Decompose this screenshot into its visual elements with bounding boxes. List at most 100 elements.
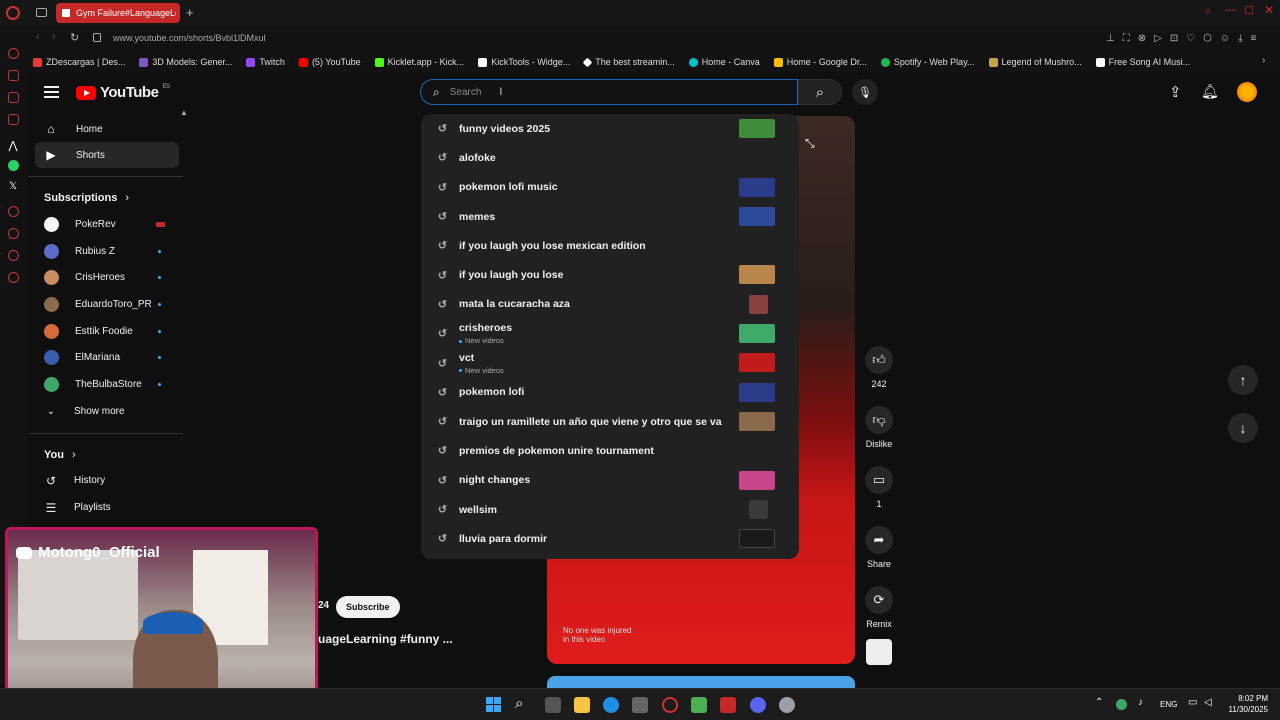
close-window-icon[interactable]: ✕	[1264, 3, 1274, 17]
microphone-tray-icon[interactable]: ♪	[1138, 697, 1143, 708]
store-icon[interactable]	[632, 697, 648, 713]
suggestion-item[interactable]: ↺ pokemon lofi music	[421, 173, 799, 202]
aria-icon[interactable]	[7, 48, 19, 59]
minimize-icon[interactable]: —	[1225, 4, 1236, 16]
suggestion-item[interactable]: ↺ if you laugh you lose	[421, 260, 799, 289]
suggestion-item[interactable]: ↺ memes	[421, 202, 799, 231]
whatsapp-icon[interactable]	[7, 160, 19, 171]
bookmark-item[interactable]: The best streamin...	[577, 57, 682, 67]
search-tabs-icon[interactable]: ⌕	[1205, 5, 1211, 18]
url-field[interactable]: www.youtube.com/shorts/Bvbl1lDMxul	[113, 33, 266, 43]
subscription-item[interactable]: PokeRev	[28, 211, 183, 238]
edge-icon[interactable]	[603, 697, 619, 713]
x-icon[interactable]: 𝕏	[0, 181, 26, 192]
subscription-item[interactable]: Esttik Foodie	[28, 318, 183, 345]
search-icon[interactable]: ⌕	[515, 695, 523, 712]
short-title[interactable]: uageLearning #funny ...	[318, 632, 453, 646]
pin-icon[interactable]: ⊥	[1106, 33, 1115, 44]
subscription-item[interactable]: EduardoToro_PR	[28, 291, 183, 318]
task-view-icon[interactable]	[545, 697, 561, 713]
sound-thumbnail[interactable]	[866, 639, 892, 665]
sidebar-item-shorts[interactable]: ▶ Shorts	[35, 142, 179, 168]
player-icon[interactable]: ▷	[1154, 33, 1162, 44]
subscription-item[interactable]: ElMariana	[28, 344, 183, 371]
fullscreen-icon[interactable]: ⤡	[805, 136, 815, 151]
profile-icon[interactable]: ☺	[1220, 33, 1230, 44]
sidebar-item-home[interactable]: ⌂ Home	[28, 116, 183, 142]
suggestion-item[interactable]: ↺ night changes	[421, 466, 799, 495]
sidebar-item-history[interactable]: ↺ History	[28, 468, 183, 495]
heart-icon[interactable]: ♡	[1186, 33, 1195, 44]
search-button[interactable]: ⌕	[798, 79, 842, 105]
app-icon[interactable]	[779, 697, 795, 713]
suggestion-item[interactable]: ↺ crisheroes New videos	[421, 319, 799, 348]
suggestion-item[interactable]: ↺ premios de pokemon unire tournament	[421, 436, 799, 465]
suggestion-item[interactable]: ↺ traigo un ramillete un año que viene y …	[421, 407, 799, 436]
subscribe-button[interactable]: Subscribe	[336, 596, 400, 618]
previous-short-button[interactable]: ↑	[1228, 365, 1258, 395]
clock[interactable]: 8:02 PM 11/30/2025	[1222, 693, 1268, 715]
account-avatar[interactable]	[1237, 82, 1257, 102]
opera-logo-icon[interactable]	[6, 6, 20, 20]
instagram-icon[interactable]	[7, 114, 19, 125]
reload-icon[interactable]: ↻	[70, 31, 79, 44]
suggestion-item[interactable]: ↺ pokemon lofi	[421, 378, 799, 407]
tray-app-icon[interactable]	[1116, 699, 1127, 710]
bookmark-item[interactable]: (5) YouTube	[292, 57, 368, 67]
bookmark-item[interactable]: KickTools - Widge...	[471, 57, 577, 67]
tiktok-icon[interactable]: ⋀	[0, 139, 26, 152]
next-short-button[interactable]: ↓	[1228, 413, 1258, 443]
snapshot-icon[interactable]: ⛶	[1123, 33, 1130, 44]
sidebar-item-playlists[interactable]: ☰ Playlists	[28, 494, 183, 521]
app-icon[interactable]	[691, 697, 707, 713]
vpn-icon[interactable]: ⊡	[1170, 33, 1178, 44]
file-explorer-icon[interactable]	[574, 697, 590, 713]
bookmarks-side-icon[interactable]	[7, 228, 19, 239]
notifications-bell-icon[interactable]: 🔔︎	[1201, 83, 1219, 100]
bookmark-item[interactable]: Kicklet.app - Kick...	[368, 57, 472, 67]
bookmark-item[interactable]: Legend of Mushro...	[982, 57, 1089, 67]
dislike-button[interactable]: 👎︎	[865, 406, 893, 434]
back-icon[interactable]: ‹	[36, 31, 40, 43]
bookmark-item[interactable]: Home - Google Dr...	[767, 57, 874, 67]
share-button[interactable]: ➦	[865, 526, 893, 554]
crypto-wallet-icon[interactable]	[7, 70, 19, 81]
bookmark-item[interactable]: Spotify - Web Play...	[874, 57, 982, 67]
scroll-up-icon[interactable]: ▲	[180, 108, 188, 117]
like-button[interactable]: 👍︎	[865, 346, 893, 374]
language-indicator[interactable]: ENG	[1160, 700, 1177, 709]
suggestion-item[interactable]: ↺ funny videos 2025	[421, 114, 799, 143]
messenger-icon[interactable]	[7, 92, 19, 103]
search-input[interactable]: ⌕ Search I	[420, 79, 798, 105]
bookmark-item[interactable]: Home - Canva	[682, 57, 767, 67]
subscription-item[interactable]: CrisHeroes	[28, 264, 183, 291]
tray-overflow-icon[interactable]: ⌃	[1095, 697, 1103, 708]
show-more-button[interactable]: ⌄ Show more	[28, 398, 183, 425]
you-header[interactable]: You ›	[28, 442, 183, 468]
bookmark-item[interactable]: 3D Models: Gener...	[132, 57, 239, 67]
download-icon[interactable]: ⤓	[1238, 33, 1242, 44]
extensions-icon[interactable]: ⬡	[1203, 33, 1212, 44]
subscription-item[interactable]: TheBulbaStore	[28, 371, 183, 398]
forward-icon[interactable]: ›	[52, 31, 56, 43]
youtube-logo[interactable]: YouTube ES	[76, 84, 170, 101]
upload-icon[interactable]: ⇪	[1169, 83, 1182, 101]
hamburger-menu-icon[interactable]	[44, 86, 59, 98]
suggestion-item[interactable]: ↺ lluvia para dormir	[421, 524, 799, 553]
new-tab-icon[interactable]: +	[186, 5, 194, 20]
start-icon[interactable]	[486, 697, 501, 712]
adblock-icon[interactable]: ⊗	[1138, 33, 1146, 44]
suggestion-item[interactable]: ↺ alofoke	[421, 143, 799, 172]
remix-button[interactable]: ⟳	[865, 586, 893, 614]
opera-icon[interactable]	[662, 697, 678, 713]
suggestion-item[interactable]: ↺ mata la cucaracha aza	[421, 290, 799, 319]
app-icon[interactable]	[720, 697, 736, 713]
suggestion-item[interactable]: ↺ vct New videos	[421, 348, 799, 377]
active-tab[interactable]: Gym Failure#LanguageLe	[56, 3, 180, 23]
history-side-icon[interactable]	[7, 206, 19, 217]
maximize-icon[interactable]: ☐	[1244, 4, 1254, 17]
workspaces-icon[interactable]	[36, 8, 47, 17]
suggestion-item[interactable]: ↺ wellsim	[421, 495, 799, 524]
downloads-side-icon[interactable]	[7, 250, 19, 261]
bookmarks-overflow-icon[interactable]: ›	[1262, 55, 1265, 66]
